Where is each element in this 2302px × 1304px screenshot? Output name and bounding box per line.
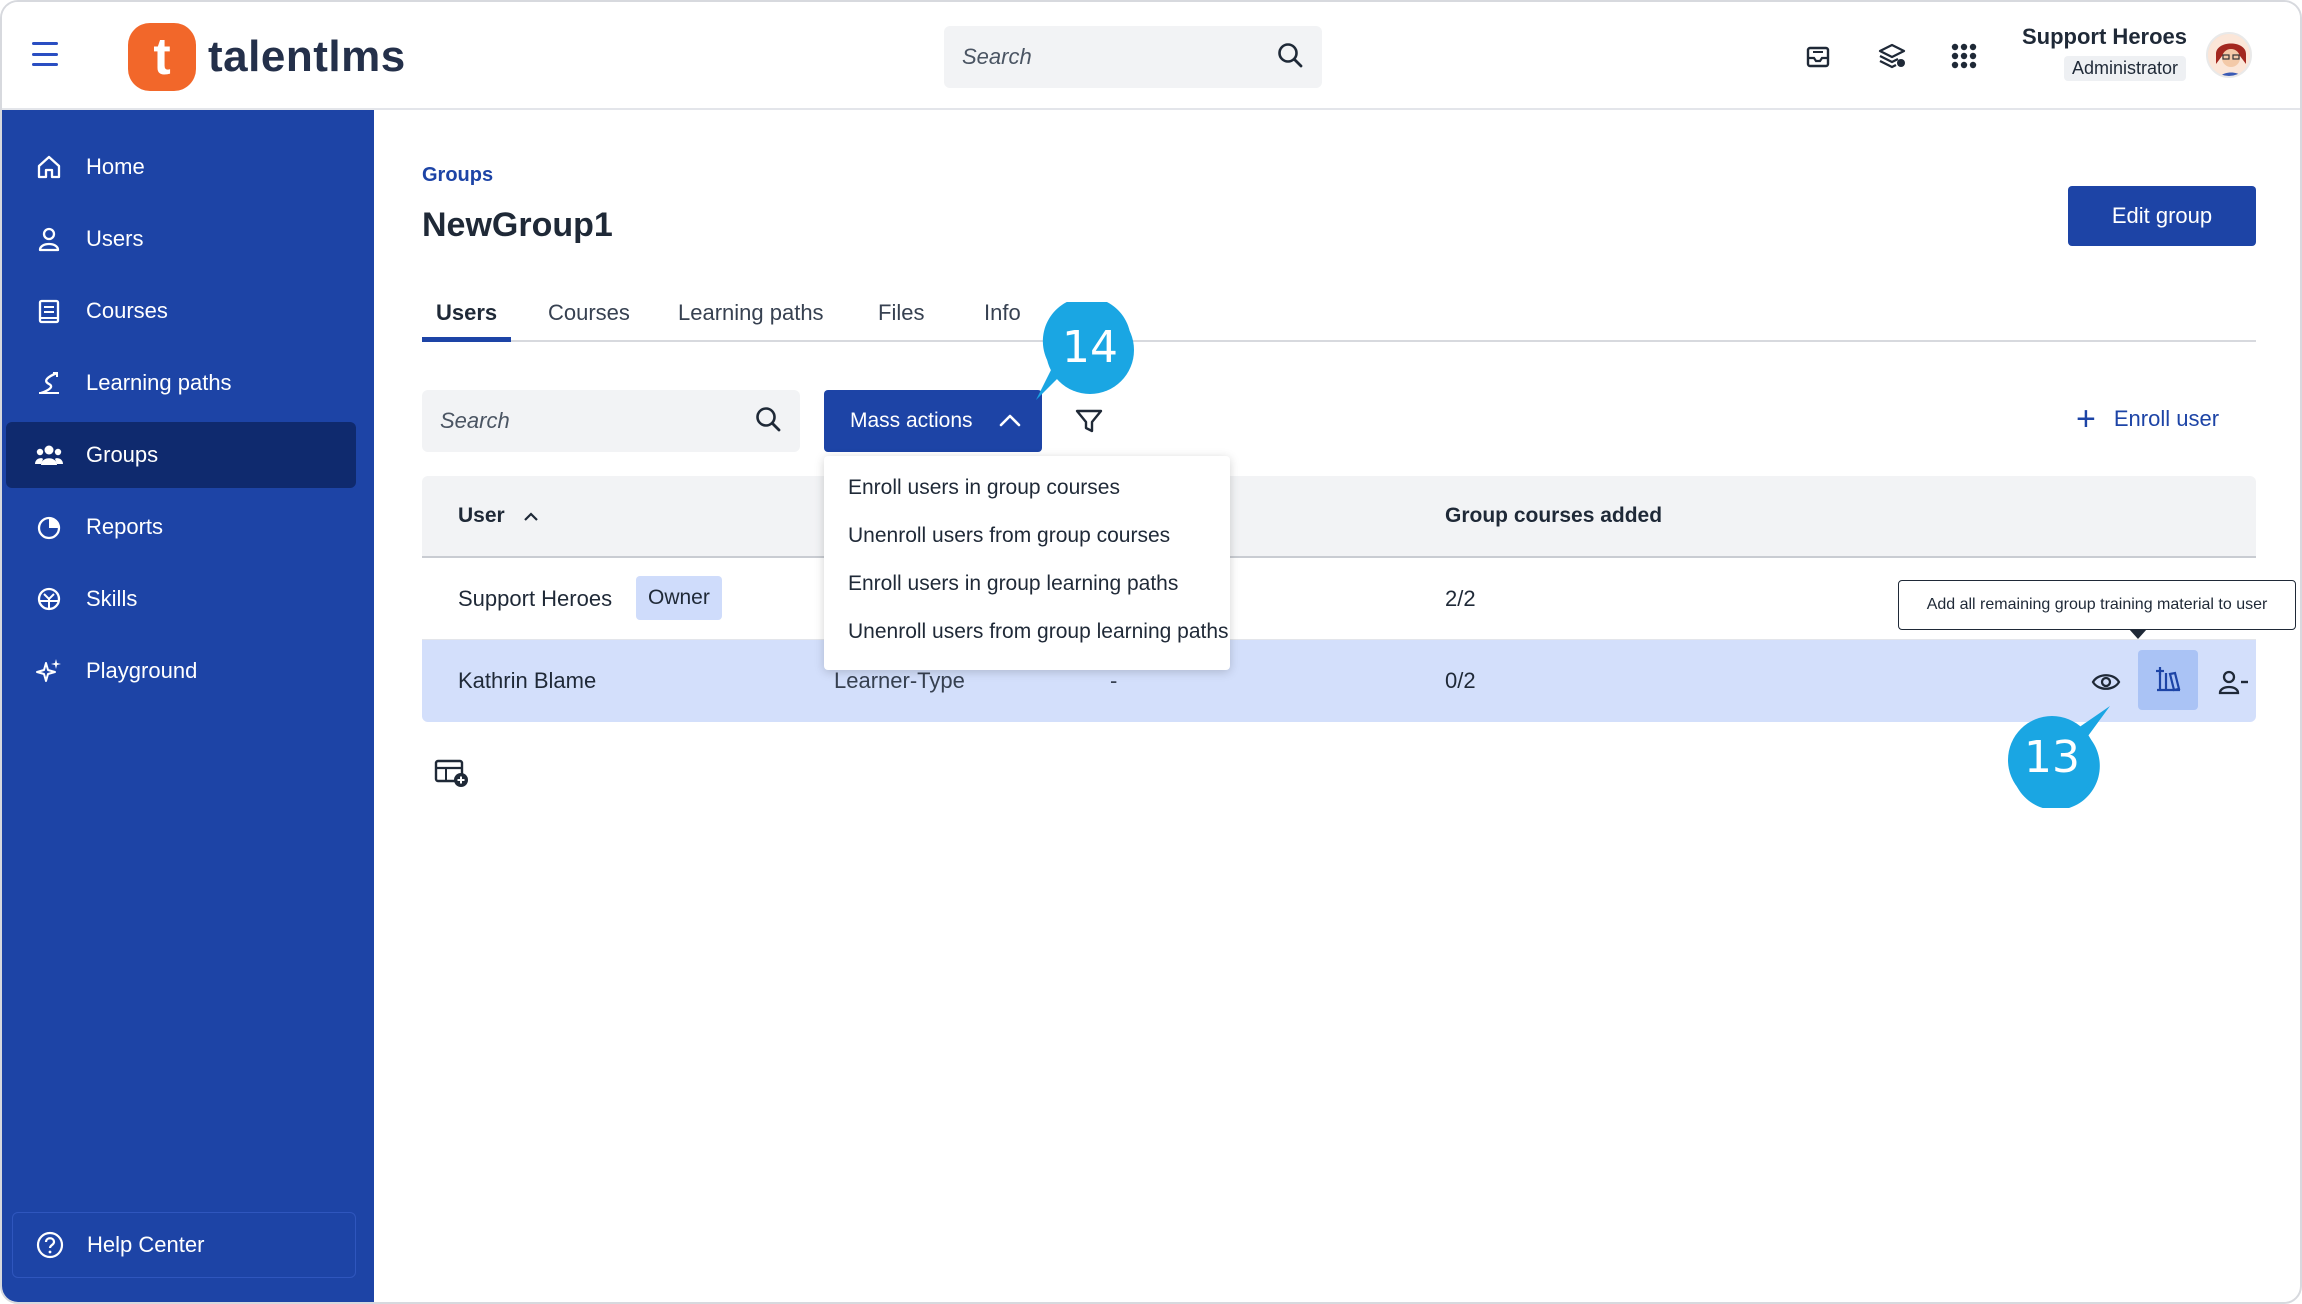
tab-users[interactable]: Users [422, 276, 512, 342]
user-menu[interactable]: Support Heroes Administrator [2022, 24, 2188, 81]
owner-badge: Owner [636, 576, 722, 620]
enroll-user-label: Enroll user [2113, 406, 2220, 431]
sidebar-item-reports[interactable]: Reports [6, 494, 356, 560]
mass-actions-button[interactable]: Mass actions [824, 390, 1042, 452]
app-window: t talentlms Support Heroes Administrator [0, 0, 2302, 1304]
mass-actions-label: Mass actions [850, 409, 973, 432]
users-search-input[interactable] [440, 408, 754, 434]
sidebar-item-label: Users [86, 226, 144, 251]
tab-info[interactable]: Info [984, 276, 1021, 342]
global-search-input[interactable] [962, 44, 1276, 70]
logo-text: talentlms [208, 32, 406, 81]
sidebar-item-learning-paths[interactable]: Learning paths [6, 350, 356, 416]
remove-user-icon[interactable] [2212, 660, 2256, 704]
column-header-group-courses-added[interactable]: Group courses added [1445, 504, 1662, 528]
search-icon[interactable] [754, 405, 782, 438]
tooltip: Add all remaining group training materia… [1898, 580, 2296, 639]
global-search [944, 26, 1322, 88]
sparkle-icon [34, 656, 64, 686]
user-type-cell: Learner-Type [834, 668, 965, 693]
menu-item-enroll-group-learning-paths[interactable]: Enroll users in group learning paths [824, 560, 1230, 608]
user-name-cell[interactable]: Support Heroes [458, 586, 612, 612]
sidebar-item-label: Home [86, 154, 145, 179]
brand-logo[interactable]: t talentlms [128, 22, 406, 92]
sidebar-item-label: Playground [86, 658, 198, 683]
inbox-icon[interactable] [1800, 38, 1836, 74]
logo-mark: t [128, 23, 196, 91]
add-training-material-icon[interactable] [2138, 650, 2198, 710]
menu-toggle-icon[interactable] [32, 42, 58, 66]
sidebar-item-users[interactable]: Users [6, 206, 356, 272]
sidebar-item-courses[interactable]: Courses [6, 278, 356, 344]
chevron-up-icon [999, 409, 1021, 433]
sort-ascending-icon [523, 504, 539, 527]
sidebar-item-label: Skills [86, 586, 138, 611]
page-title: NewGroup1 [422, 206, 613, 244]
catalog-icon[interactable] [1874, 38, 1910, 74]
sidebar-item-label: Reports [86, 514, 164, 539]
mass-actions-menu: Enroll users in group courses Unenroll u… [824, 456, 1230, 670]
table-export-icon[interactable] [434, 758, 470, 790]
sidebar-item-label: Courses [86, 298, 168, 323]
menu-item-unenroll-group-learning-paths[interactable]: Unenroll users from group learning paths [824, 608, 1230, 656]
callout-badge: 13 [2008, 698, 2118, 810]
extra-cell: - [1110, 668, 1118, 693]
courses-added-cell: 0/2 [1445, 668, 1476, 693]
help-center-link[interactable]: Help Center [12, 1212, 356, 1278]
search-icon[interactable] [1276, 41, 1304, 74]
help-icon [35, 1230, 65, 1260]
user-name-cell[interactable]: Kathrin Blame [458, 668, 596, 694]
path-icon [34, 368, 64, 398]
help-center-label: Help Center [87, 1232, 205, 1257]
tab-courses[interactable]: Courses [548, 276, 630, 342]
callout-badge: 14 [1028, 297, 1138, 412]
skills-icon [34, 584, 64, 614]
user-role-badge: Administrator [2063, 56, 2186, 81]
sidebar-item-groups[interactable]: Groups [6, 422, 356, 488]
sidebar-item-home[interactable]: Home [6, 134, 356, 200]
sidebar-item-playground[interactable]: Playground [6, 638, 356, 704]
avatar[interactable] [2206, 32, 2252, 78]
enroll-user-button[interactable]: + Enroll user [2076, 400, 2220, 438]
table-header: User Group courses added [422, 476, 2256, 558]
sidebar-item-label: Groups [86, 442, 159, 467]
user-name: Support Heroes [2022, 24, 2188, 49]
sidebar: Home Users Courses Learning paths Groups… [2, 110, 374, 1302]
apps-grid-icon[interactable] [1946, 38, 1982, 74]
plus-icon: + [2076, 400, 2096, 438]
edit-group-button[interactable]: Edit group [2068, 186, 2256, 246]
book-icon [34, 296, 64, 326]
column-header-user[interactable]: User [458, 504, 539, 528]
courses-added-cell: 2/2 [1445, 586, 1476, 611]
tab-bar: Users Courses Learning paths Files Info [422, 276, 2256, 342]
sidebar-item-label: Learning paths [86, 370, 232, 395]
menu-item-unenroll-group-courses[interactable]: Unenroll users from group courses [824, 512, 1230, 560]
table-row[interactable]: Kathrin Blame Learner-Type - 0/2 [422, 640, 2256, 722]
top-bar: t talentlms Support Heroes Administrator [2, 2, 2300, 110]
menu-item-enroll-group-courses[interactable]: Enroll users in group courses [824, 464, 1230, 512]
breadcrumb[interactable]: Groups [422, 164, 493, 187]
user-icon [34, 224, 64, 254]
users-search [422, 390, 800, 452]
tab-files[interactable]: Files [878, 276, 924, 342]
callout-number: 13 [2024, 732, 2080, 783]
groups-icon [34, 440, 64, 470]
callout-number: 14 [1062, 322, 1118, 373]
sidebar-item-skills[interactable]: Skills [6, 566, 356, 632]
tab-learning-paths[interactable]: Learning paths [678, 276, 824, 342]
pie-chart-icon [34, 512, 64, 542]
home-icon [34, 152, 64, 182]
